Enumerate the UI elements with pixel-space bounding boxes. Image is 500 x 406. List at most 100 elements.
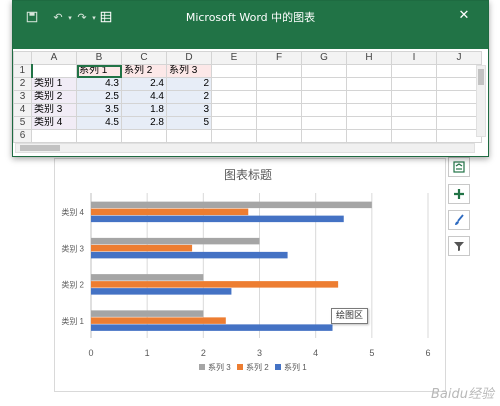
cell[interactable]: [301, 129, 347, 143]
cell[interactable]: [346, 77, 392, 91]
cell[interactable]: [76, 129, 122, 143]
cell[interactable]: [211, 116, 257, 130]
cell-value[interactable]: 3: [166, 103, 212, 117]
close-button[interactable]: ✕: [456, 8, 472, 24]
cell[interactable]: [256, 64, 302, 78]
cell[interactable]: [121, 129, 167, 143]
bar: [91, 251, 288, 259]
cell[interactable]: [211, 77, 257, 91]
cell-value[interactable]: 2.5: [76, 90, 122, 104]
bar: [91, 237, 260, 245]
cell-category[interactable]: 类别 4: [31, 116, 77, 130]
cell[interactable]: [346, 129, 392, 143]
cell-series-header[interactable]: 系列 1: [76, 64, 122, 78]
cell[interactable]: [301, 90, 347, 104]
legend-swatch: [237, 364, 243, 370]
cell[interactable]: [301, 116, 347, 130]
column-header[interactable]: F: [256, 51, 302, 65]
cell[interactable]: [391, 129, 437, 143]
cell-value[interactable]: 4.4: [121, 90, 167, 104]
cell[interactable]: [346, 90, 392, 104]
cell[interactable]: [391, 77, 437, 91]
row-header[interactable]: 4: [13, 103, 32, 117]
layout-options-button[interactable]: [448, 157, 470, 177]
cell[interactable]: [436, 64, 482, 78]
cell-series-header[interactable]: 系列 2: [121, 64, 167, 78]
cell-value[interactable]: 4.5: [76, 116, 122, 130]
category-label: 类别 2: [61, 280, 84, 290]
spreadsheet-grid[interactable]: A B C D E F G H I J 1 系列 1 系列 2 系列 3 2 类…: [13, 51, 482, 143]
column-header[interactable]: A: [31, 51, 77, 65]
cell[interactable]: [436, 90, 482, 104]
cell-value[interactable]: 2: [166, 90, 212, 104]
row-header[interactable]: 2: [13, 77, 32, 91]
category-label: 类别 4: [61, 207, 84, 217]
cell[interactable]: [391, 103, 437, 117]
cell[interactable]: [211, 64, 257, 78]
select-all-corner[interactable]: [13, 51, 32, 65]
cell[interactable]: [436, 129, 482, 143]
cell[interactable]: [436, 77, 482, 91]
horizontal-scrollbar[interactable]: [15, 143, 475, 153]
chart-filters-button[interactable]: [448, 236, 470, 256]
x-tick-label: 2: [201, 348, 206, 358]
column-header[interactable]: D: [166, 51, 212, 65]
cell[interactable]: [166, 129, 212, 143]
cell-value[interactable]: 3.5: [76, 103, 122, 117]
cell[interactable]: [31, 64, 77, 78]
cell[interactable]: [256, 116, 302, 130]
cell[interactable]: [301, 64, 347, 78]
scroll-thumb[interactable]: [478, 69, 484, 85]
plot-area-tooltip: 绘图区: [331, 308, 369, 324]
cell[interactable]: [211, 90, 257, 104]
cell[interactable]: [301, 103, 347, 117]
cell[interactable]: [31, 129, 77, 143]
cell[interactable]: [436, 116, 482, 130]
cell-category[interactable]: 类别 1: [31, 77, 77, 91]
title-bar[interactable]: ↶ ▾ ↷ ▾ Microsoft Word 中的图表 ✕: [13, 1, 488, 49]
row-header[interactable]: 3: [13, 90, 32, 104]
cell[interactable]: [346, 103, 392, 117]
cell[interactable]: [301, 77, 347, 91]
cell[interactable]: [211, 129, 257, 143]
cell[interactable]: [346, 116, 392, 130]
cell-value[interactable]: 2.4: [121, 77, 167, 91]
cell-series-header[interactable]: 系列 3: [166, 64, 212, 78]
cell[interactable]: [256, 77, 302, 91]
cell-category[interactable]: 类别 2: [31, 90, 77, 104]
column-header[interactable]: B: [76, 51, 122, 65]
cell[interactable]: [256, 129, 302, 143]
scroll-thumb[interactable]: [20, 145, 60, 151]
excel-data-window[interactable]: ↶ ▾ ↷ ▾ Microsoft Word 中的图表 ✕ A B C D E …: [12, 0, 489, 157]
cell-value[interactable]: 2.8: [121, 116, 167, 130]
cell[interactable]: [346, 64, 392, 78]
cell[interactable]: [391, 90, 437, 104]
cell-value[interactable]: 5: [166, 116, 212, 130]
row-header[interactable]: 1: [13, 64, 33, 78]
x-tick-label: 3: [257, 348, 262, 358]
cell-value[interactable]: 4.3: [76, 77, 122, 91]
vertical-scrollbar[interactable]: [476, 65, 486, 137]
brush-icon: [455, 214, 464, 225]
row-header[interactable]: 6: [13, 129, 32, 143]
layout-options-icon: [453, 161, 465, 173]
cell[interactable]: [391, 64, 437, 78]
column-header[interactable]: G: [301, 51, 347, 65]
column-header[interactable]: C: [121, 51, 167, 65]
cell[interactable]: [391, 116, 437, 130]
column-header[interactable]: I: [391, 51, 437, 65]
cell[interactable]: [211, 103, 257, 117]
cell[interactable]: [436, 103, 482, 117]
cell-value[interactable]: 2: [166, 77, 212, 91]
column-header[interactable]: E: [211, 51, 257, 65]
chart-elements-button[interactable]: [448, 184, 470, 204]
cell-value[interactable]: 1.8: [121, 103, 167, 117]
row-header[interactable]: 5: [13, 116, 32, 130]
column-header[interactable]: H: [346, 51, 392, 65]
column-header[interactable]: J: [436, 51, 482, 65]
chart-title: 图表标题: [224, 168, 272, 182]
chart-styles-button[interactable]: [448, 210, 470, 230]
cell[interactable]: [256, 90, 302, 104]
cell-category[interactable]: 类别 3: [31, 103, 77, 117]
cell[interactable]: [256, 103, 302, 117]
